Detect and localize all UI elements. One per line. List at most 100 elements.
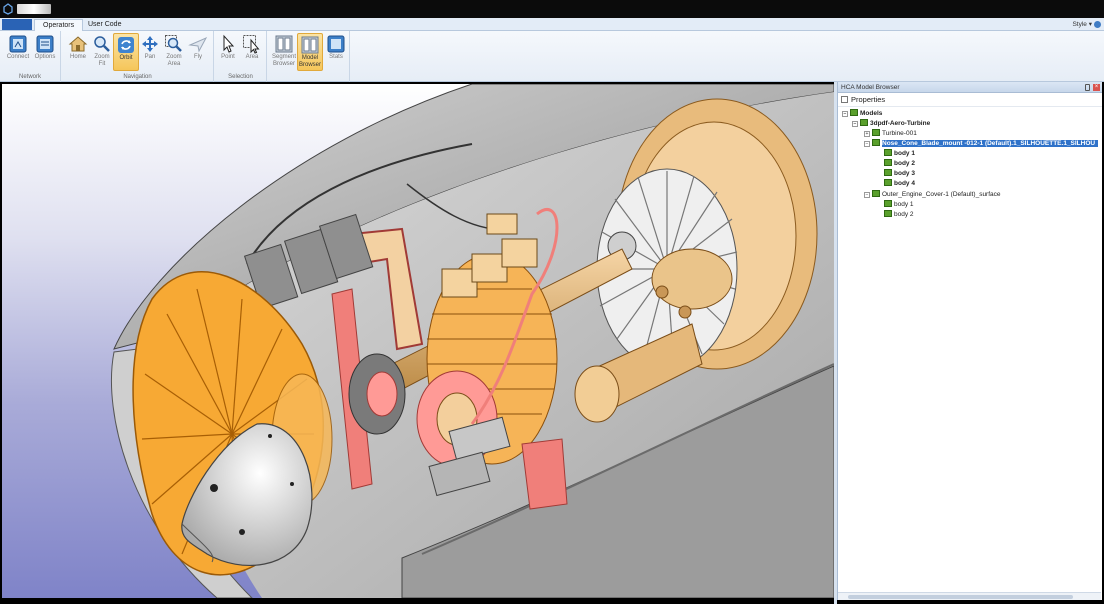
area-label: Area (245, 54, 259, 60)
tree-node-label: Turbine-001 (882, 130, 917, 137)
model-node-icon (872, 190, 880, 197)
tree-node-label: body 3 (894, 170, 915, 177)
model-node-icon (860, 119, 868, 126)
tree-node-turbine-001[interactable]: + Turbine-001 (864, 129, 917, 139)
options-icon (36, 35, 54, 53)
model-browser-button[interactable]: Model Browser (297, 33, 323, 71)
help-icon[interactable] (1094, 21, 1101, 28)
pan-button[interactable]: Pan (137, 33, 163, 71)
model-browser-label: Model Browser (298, 55, 321, 68)
tree-node-label: body 2 (894, 211, 914, 218)
model-tree: − Models −3dpdf-Aero-Turbine + Turbine-001… (838, 107, 1102, 577)
ribbon-tab-row: Operators User Code Style ▾ (0, 18, 1104, 31)
orbit-icon (118, 37, 134, 53)
quick-access-toolbar[interactable] (17, 4, 51, 14)
body-node-icon (884, 159, 892, 166)
collapse-icon[interactable]: − (842, 111, 848, 117)
tree-node-label: body 4 (894, 180, 915, 187)
app-icon (3, 3, 13, 15)
tree-node-aero-turbine[interactable]: − 3dpdf-Aero-Turbine (852, 119, 930, 129)
zoom-area-label: Zoom Area (166, 54, 182, 67)
tree-node-nose-cone[interactable]: − Nose_Cone_Blade_mount -012-1 (Default).… (864, 139, 1099, 149)
collapse-icon[interactable]: − (864, 192, 870, 198)
zoom-fit-icon (94, 36, 110, 52)
zoom-fit-button[interactable]: Zoom Fit (89, 33, 115, 71)
collapse-icon[interactable]: − (852, 121, 858, 127)
options-button[interactable]: Options (32, 33, 58, 71)
browser-title: HCA Model Browser (841, 84, 900, 91)
3d-viewport[interactable] (2, 84, 834, 598)
tab-operators[interactable]: Operators (34, 19, 84, 31)
tree-node-body[interactable]: body 3 (884, 169, 915, 179)
pan-label: Pan (144, 54, 156, 60)
tree-node-label: Outer_Engine_Cover-1 (Default)_surface (882, 191, 1001, 198)
tab-user-code[interactable]: User Code (80, 19, 129, 31)
group-label-network: Network (18, 74, 41, 80)
model-browser-icon (301, 36, 319, 54)
stats-icon (327, 35, 345, 53)
expand-icon[interactable]: + (864, 131, 870, 137)
tree-node-body[interactable]: body 1 (884, 149, 915, 159)
ribbon-group-network: Connect Options Network (0, 31, 61, 82)
style-menu[interactable]: Style ▾ (1072, 19, 1092, 30)
segment-browser-button[interactable]: Segment Browser (271, 33, 297, 71)
orbit-label: Orbit (119, 55, 133, 61)
body-node-icon (884, 179, 892, 186)
tree-node-label: Models (860, 110, 883, 117)
model-node-icon (872, 129, 880, 136)
ribbon: Connect Options Network Home Zoom Fit Or… (0, 31, 1104, 82)
orbit-button[interactable]: Orbit (113, 33, 139, 71)
title-bar (0, 0, 1104, 18)
scrollbar-thumb[interactable] (848, 595, 1073, 599)
file-menu-button[interactable] (2, 19, 32, 30)
home-icon (68, 36, 88, 52)
horizontal-scrollbar[interactable] (838, 592, 1101, 600)
tree-node-label: body 1 (894, 201, 914, 208)
stats-button[interactable]: Stats (323, 33, 349, 71)
point-select-button[interactable]: Point (215, 33, 241, 71)
model-node-icon (872, 139, 880, 146)
ribbon-group-selection: Point Area Selection (215, 31, 267, 82)
connect-label: Connect (6, 54, 30, 60)
connect-icon (9, 35, 27, 53)
point-label: Point (221, 54, 235, 60)
ribbon-group-browsers: Segment Browser Model Browser Stats (268, 31, 350, 82)
segment-browser-icon (275, 35, 293, 53)
body-node-icon (884, 200, 892, 207)
area-select-icon (243, 35, 260, 54)
home-label: Home (69, 54, 86, 60)
pointer-icon (223, 34, 235, 53)
tree-node-body[interactable]: body 4 (884, 179, 915, 189)
group-label-navigation: Navigation (123, 74, 152, 80)
zoom-area-button[interactable]: Zoom Area (161, 33, 187, 71)
body-node-icon (884, 169, 892, 176)
tree-node-outer-engine-cover[interactable]: − Outer_Engine_Cover-1 (Default)_surface (864, 190, 1001, 200)
properties-checkbox[interactable] (841, 96, 848, 103)
turbine-engine-model (111, 84, 834, 598)
properties-toggle[interactable]: Properties (838, 93, 1102, 107)
body-node-icon (884, 149, 892, 156)
connect-button[interactable]: Connect (5, 33, 31, 71)
tree-node-body[interactable]: body 1 (884, 200, 914, 210)
home-button[interactable]: Home (65, 33, 91, 71)
tree-node-body[interactable]: body 2 (884, 159, 915, 169)
tree-node-models[interactable]: − Models (842, 109, 882, 119)
tree-node-label: 3dpdf-Aero-Turbine (870, 120, 931, 127)
ribbon-group-navigation: Home Zoom Fit Orbit Pan Zoom Area Fly Na… (62, 31, 214, 82)
close-icon[interactable]: × (1093, 84, 1100, 91)
group-label-selection: Selection (228, 74, 253, 80)
segment-browser-label: Segment Browser (271, 54, 296, 67)
pin-icon[interactable] (1085, 84, 1090, 91)
fly-icon (188, 36, 208, 53)
tree-node-label: body 2 (894, 160, 915, 167)
pan-icon (142, 36, 158, 52)
fly-button[interactable]: Fly (185, 33, 211, 71)
browser-header: HCA Model Browser × (838, 82, 1102, 93)
area-select-button[interactable]: Area (239, 33, 265, 71)
body-node-icon (884, 210, 892, 217)
properties-label: Properties (851, 95, 886, 104)
tree-node-body[interactable]: body 2 (884, 210, 914, 220)
tree-node-label: body 1 (894, 150, 915, 157)
stats-label: Stats (329, 54, 343, 60)
collapse-icon[interactable]: − (864, 141, 870, 147)
